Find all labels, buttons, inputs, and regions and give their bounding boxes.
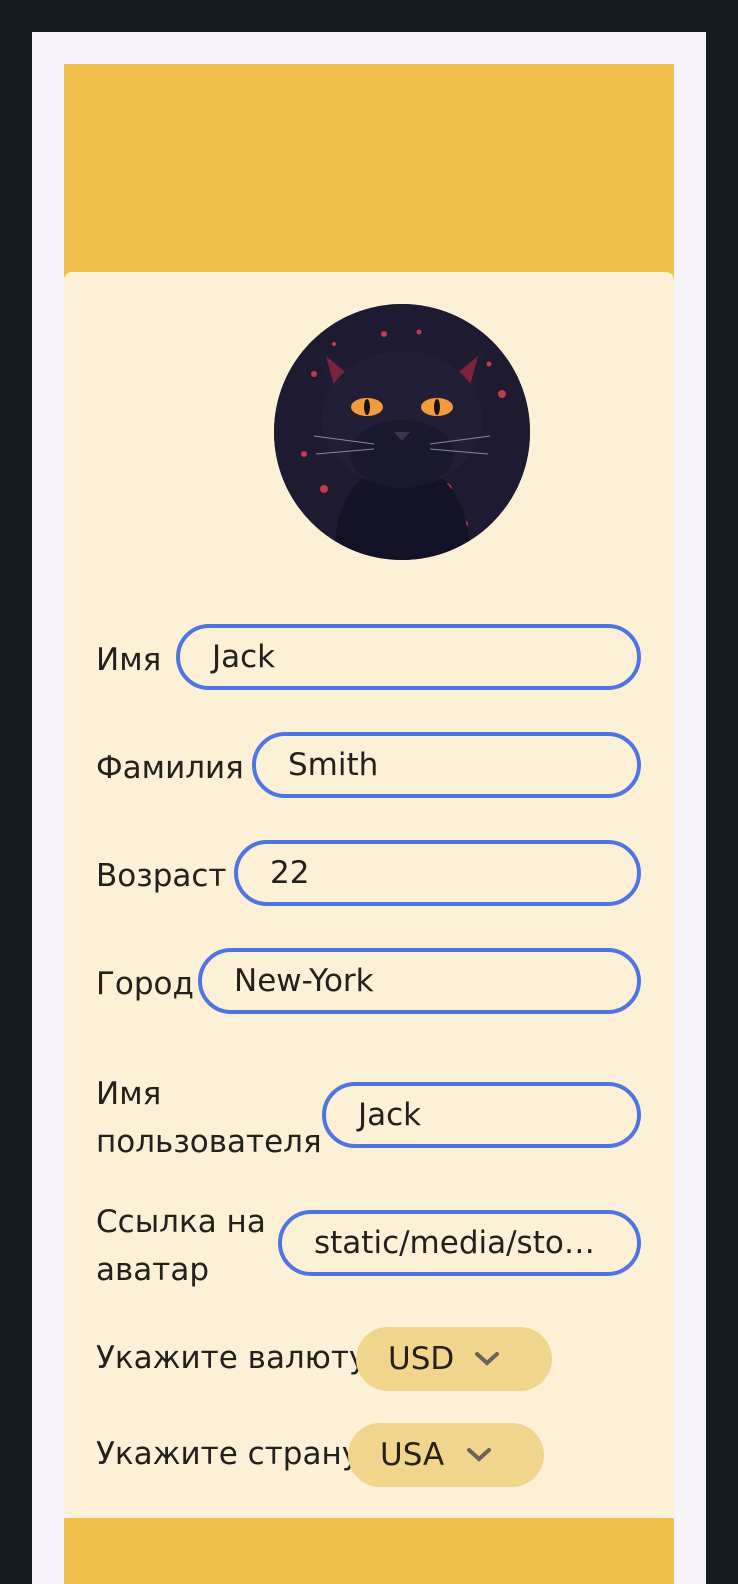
last-name-input[interactable]: Smith [252,732,641,798]
currency-value: USD [388,1341,455,1377]
last-name-label: Фамилия [96,750,244,786]
country-select[interactable]: USA [348,1423,544,1487]
currency-row: Укажите валюту [96,1334,367,1382]
city-row: Город [96,960,194,1008]
age-input[interactable]: 22 [234,840,641,906]
currency-select[interactable]: USD [356,1327,552,1391]
age-row: Возраст [96,852,227,900]
header-banner [64,64,674,284]
footer-banner [64,1518,674,1584]
first-name-label: Имя [96,642,162,678]
chevron-down-icon [467,1448,491,1462]
first-name-row: Имя [96,636,161,684]
avatar [274,304,530,560]
last-name-row: Фамилия [96,744,244,792]
city-input[interactable]: New-York [198,948,641,1014]
avatar-link-label: Ссылка на аватар [96,1204,266,1288]
chevron-down-icon [475,1352,499,1366]
city-label: Город [96,966,194,1002]
username-input[interactable]: Jack [322,1082,641,1148]
avatar-link-input[interactable]: static/media/storyb... [278,1210,641,1276]
username-label: Имя пользователя [96,1076,322,1160]
currency-label: Укажите валюту [96,1340,368,1376]
country-row: Укажите страну [96,1430,360,1478]
age-label: Возраст [96,858,227,894]
country-value: USA [380,1437,445,1473]
country-label: Укажите страну [96,1436,361,1472]
cat-avatar-icon [274,304,530,560]
first-name-input[interactable]: Jack [176,624,641,690]
